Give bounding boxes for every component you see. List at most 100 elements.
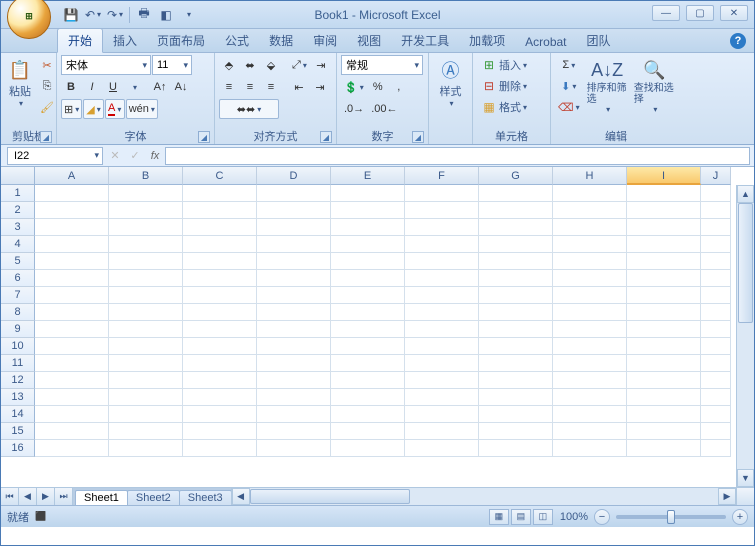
- row-header[interactable]: 5: [1, 253, 35, 270]
- minimize-button[interactable]: —: [652, 5, 680, 21]
- name-box[interactable]: I22: [7, 147, 103, 165]
- row-header[interactable]: 10: [1, 338, 35, 355]
- maximize-button[interactable]: ▢: [686, 5, 714, 21]
- italic-button[interactable]: I: [82, 77, 102, 97]
- scroll-right-icon[interactable]: ▶: [718, 488, 736, 505]
- decrease-decimal-icon[interactable]: .00←: [368, 99, 400, 119]
- format-cells-button[interactable]: ▦格式▾: [477, 97, 531, 117]
- select-all-corner[interactable]: [1, 167, 35, 185]
- align-bottom-icon[interactable]: ⬙: [261, 55, 281, 75]
- formula-input[interactable]: [165, 147, 750, 165]
- row-header[interactable]: 9: [1, 321, 35, 338]
- find-select-button[interactable]: 🔍 查找和选择▾: [632, 55, 677, 116]
- align-right-icon[interactable]: ≡: [261, 77, 281, 97]
- align-left-icon[interactable]: ≡: [219, 77, 239, 97]
- fill-color-button[interactable]: ◢▾: [83, 99, 103, 119]
- qat-dropdown-icon[interactable]: ▾: [178, 5, 198, 25]
- alignment-dialog-launcher[interactable]: ◢: [320, 131, 332, 143]
- scroll-left-icon[interactable]: ◀: [232, 488, 250, 505]
- column-header[interactable]: G: [479, 167, 553, 185]
- sheet-last-icon[interactable]: ⏭: [55, 488, 73, 505]
- tab-team[interactable]: 团队: [577, 29, 621, 52]
- sheet-prev-icon[interactable]: ◀: [19, 488, 37, 505]
- font-dialog-launcher[interactable]: ◢: [198, 131, 210, 143]
- sheet-first-icon[interactable]: ⏮: [1, 488, 19, 505]
- tab-view[interactable]: 视图: [347, 29, 391, 52]
- sheet-tab-3[interactable]: Sheet3: [179, 490, 232, 505]
- page-break-view-icon[interactable]: ◫: [533, 509, 553, 525]
- zoom-in-icon[interactable]: +: [732, 509, 748, 525]
- clear-icon[interactable]: ⌫▾: [555, 97, 583, 117]
- copy-icon[interactable]: ⎘: [37, 76, 57, 96]
- number-format-combo[interactable]: 常规: [341, 55, 423, 75]
- font-color-button[interactable]: A▾: [105, 99, 125, 119]
- increase-font-icon[interactable]: A↑: [150, 77, 170, 97]
- normal-view-icon[interactable]: ▦: [489, 509, 509, 525]
- decrease-indent-icon[interactable]: ⇤: [289, 77, 309, 97]
- horizontal-scrollbar[interactable]: ◀ ▶: [231, 488, 736, 505]
- sheet-next-icon[interactable]: ▶: [37, 488, 55, 505]
- worksheet-grid[interactable]: ABCDEFGHIJ 12345678910111213141516 ▲ ▼: [1, 167, 754, 487]
- row-header[interactable]: 14: [1, 406, 35, 423]
- tab-insert[interactable]: 插入: [103, 29, 147, 52]
- merge-center-button[interactable]: ⬌⬌▾: [219, 99, 279, 119]
- format-painter-icon[interactable]: 🖌: [37, 97, 57, 117]
- percent-format-icon[interactable]: %: [368, 77, 388, 97]
- zoom-knob[interactable]: [667, 510, 675, 524]
- row-header[interactable]: 12: [1, 372, 35, 389]
- row-header[interactable]: 6: [1, 270, 35, 287]
- hscroll-thumb[interactable]: [250, 489, 410, 504]
- cut-icon[interactable]: ✂: [37, 55, 57, 75]
- tab-acrobat[interactable]: Acrobat: [515, 32, 576, 52]
- scroll-down-icon[interactable]: ▼: [737, 469, 754, 487]
- scroll-up-icon[interactable]: ▲: [737, 185, 754, 203]
- accounting-format-icon[interactable]: 💲▾: [341, 77, 367, 97]
- row-header[interactable]: 2: [1, 202, 35, 219]
- redo-icon[interactable]: ↷▾: [105, 5, 125, 25]
- save-icon[interactable]: 💾: [61, 5, 81, 25]
- tab-formulas[interactable]: 公式: [215, 29, 259, 52]
- underline-dropdown[interactable]: ▾: [124, 77, 144, 97]
- column-header[interactable]: E: [331, 167, 405, 185]
- page-layout-view-icon[interactable]: ▤: [511, 509, 531, 525]
- column-header[interactable]: C: [183, 167, 257, 185]
- row-header[interactable]: 16: [1, 440, 35, 457]
- paste-button[interactable]: 📋 粘贴 ▾: [5, 55, 35, 110]
- bold-button[interactable]: B: [61, 77, 81, 97]
- column-header[interactable]: F: [405, 167, 479, 185]
- tab-review[interactable]: 审阅: [303, 29, 347, 52]
- row-header[interactable]: 13: [1, 389, 35, 406]
- tab-home[interactable]: 开始: [57, 28, 103, 53]
- phonetic-button[interactable]: wén▾: [126, 99, 158, 119]
- align-middle-icon[interactable]: ⬌: [240, 55, 260, 75]
- column-header[interactable]: I: [627, 167, 701, 185]
- row-header[interactable]: 3: [1, 219, 35, 236]
- font-name-combo[interactable]: 宋体: [61, 55, 151, 75]
- row-header[interactable]: 15: [1, 423, 35, 440]
- insert-cells-button[interactable]: ⊞插入▾: [477, 55, 531, 75]
- font-size-combo[interactable]: 11: [152, 55, 192, 75]
- underline-button[interactable]: U: [103, 77, 123, 97]
- zoom-slider[interactable]: [616, 515, 726, 519]
- undo-icon[interactable]: ↶▾: [83, 5, 103, 25]
- vertical-scrollbar[interactable]: ▲ ▼: [736, 185, 754, 487]
- column-header[interactable]: A: [35, 167, 109, 185]
- sheet-tab-1[interactable]: Sheet1: [75, 490, 128, 505]
- cancel-formula-icon[interactable]: ✕: [105, 147, 125, 165]
- wrap-text-icon[interactable]: ⇥: [311, 55, 331, 75]
- styles-button[interactable]: Ⓐ 样式 ▾: [433, 55, 468, 110]
- align-top-icon[interactable]: ⬘: [219, 55, 239, 75]
- vscroll-thumb[interactable]: [738, 203, 753, 323]
- tab-addons[interactable]: 加载项: [459, 29, 515, 52]
- zoom-out-icon[interactable]: −: [594, 509, 610, 525]
- cells-area[interactable]: [35, 185, 736, 487]
- column-header[interactable]: B: [109, 167, 183, 185]
- row-header[interactable]: 1: [1, 185, 35, 202]
- close-button[interactable]: ✕: [720, 5, 748, 21]
- help-icon[interactable]: ?: [730, 33, 746, 49]
- comma-format-icon[interactable]: ,: [389, 77, 409, 97]
- align-center-icon[interactable]: ≡: [240, 77, 260, 97]
- qat-custom-icon[interactable]: ◧: [156, 5, 176, 25]
- row-header[interactable]: 7: [1, 287, 35, 304]
- borders-button[interactable]: ⊞▾: [61, 99, 82, 119]
